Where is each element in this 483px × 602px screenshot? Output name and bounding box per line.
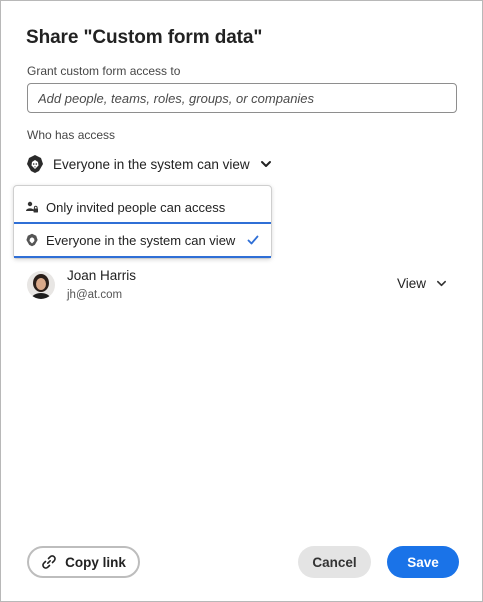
grant-access-label: Grant custom form access to (27, 64, 181, 78)
access-level-menu: Only invited people can access Everyone … (13, 185, 272, 259)
link-icon (42, 555, 56, 569)
chevron-down-icon (437, 280, 446, 287)
save-button[interactable]: Save (387, 546, 459, 578)
cancel-button[interactable]: Cancel (298, 546, 371, 578)
grant-access-field[interactable] (27, 83, 457, 113)
permission-picker[interactable]: View (397, 276, 447, 291)
lion-icon (27, 155, 43, 173)
person-name: Joan Harris (67, 268, 137, 283)
checkmark-icon (247, 235, 259, 245)
copy-link-button[interactable]: Copy link (27, 546, 140, 578)
person-email: jh@at.com (67, 289, 123, 301)
menu-item-everyone-view[interactable]: Everyone in the system can view (14, 222, 271, 258)
person-row: Joan Harris jh@at.com View (27, 268, 457, 304)
people-lock-icon (26, 201, 38, 213)
permission-value: View (396, 276, 426, 291)
save-label: Save (407, 554, 439, 570)
chevron-down-icon (260, 161, 271, 167)
menu-item-label: Only invited people can access (46, 199, 226, 215)
menu-item-label: Everyone in the system can view (46, 232, 236, 248)
access-level-value: Everyone in the system can view (53, 156, 250, 172)
grant-access-input[interactable] (38, 84, 448, 112)
lion-icon (26, 233, 38, 247)
access-level-picker[interactable]: Everyone in the system can view (25, 151, 272, 177)
avatar (27, 271, 55, 299)
dialog-title: Share "Custom form data" (26, 27, 263, 48)
share-dialog: Share "Custom form data" Grant custom fo… (0, 0, 483, 602)
cancel-label: Cancel (312, 554, 357, 570)
who-has-access-label: Who has access (27, 128, 116, 142)
menu-item-only-invited[interactable]: Only invited people can access (14, 191, 271, 223)
copy-link-label: Copy link (65, 554, 126, 570)
